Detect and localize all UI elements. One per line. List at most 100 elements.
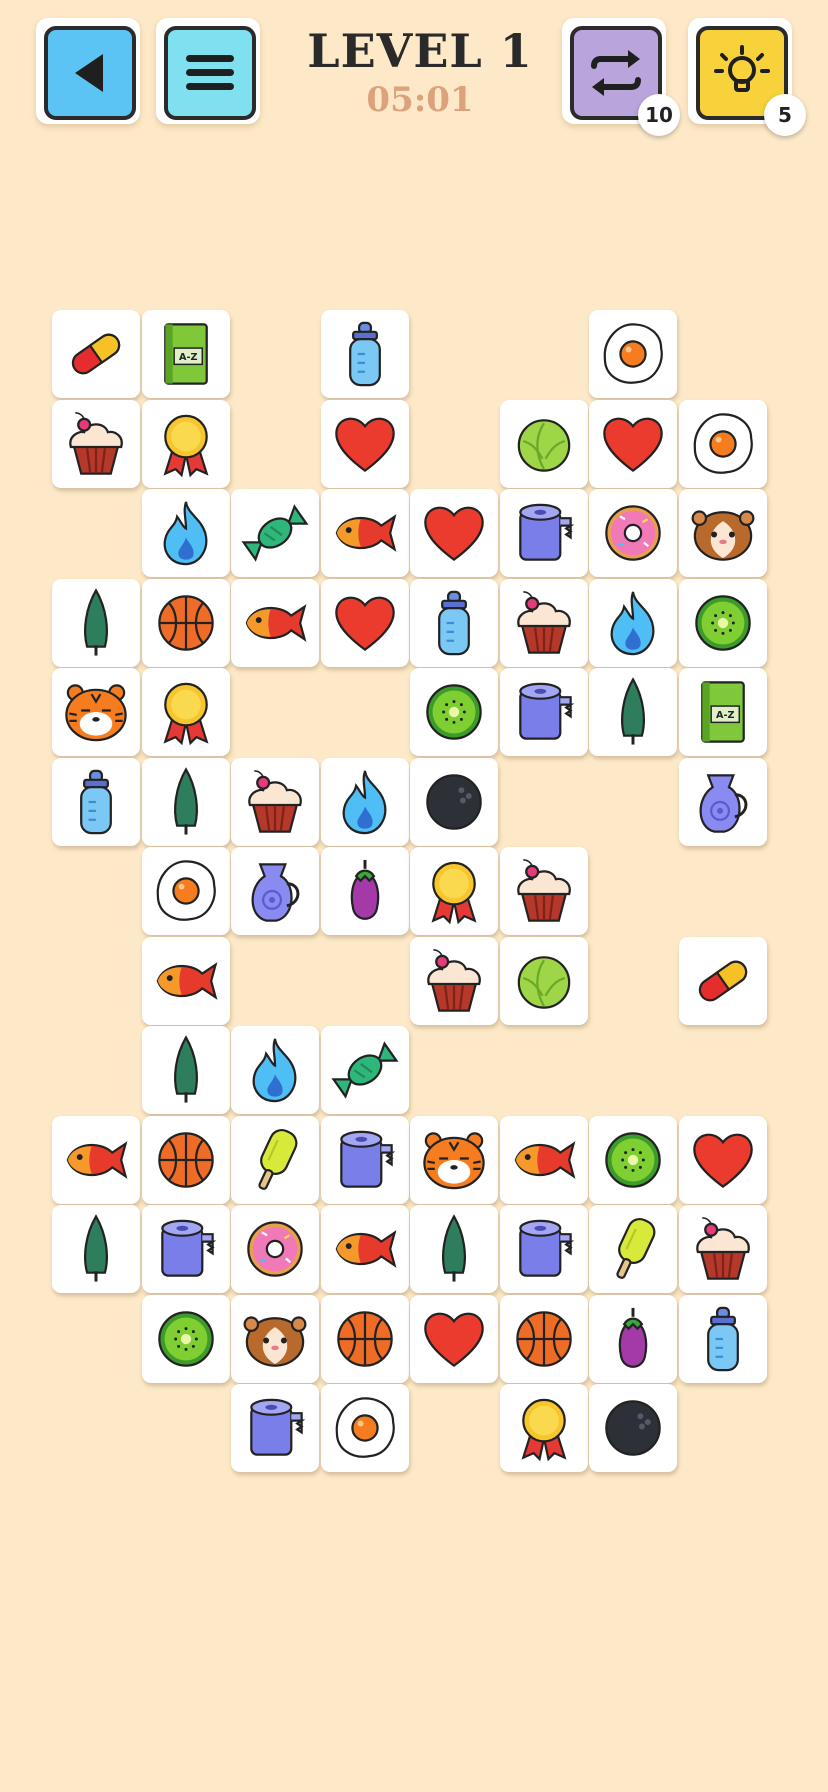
kiwi-icon: [158, 1311, 214, 1367]
tile[interactable]: [679, 489, 767, 577]
tile[interactable]: [142, 1295, 230, 1383]
tile[interactable]: [679, 1205, 767, 1293]
tile[interactable]: [410, 668, 498, 756]
cupcake-icon: [696, 1217, 750, 1280]
tile[interactable]: [321, 310, 409, 398]
tile[interactable]: [500, 668, 588, 756]
baby-bottle-icon: [349, 321, 381, 387]
tile[interactable]: [589, 310, 677, 398]
tile[interactable]: [500, 1295, 588, 1383]
tile[interactable]: [231, 1116, 319, 1204]
tile[interactable]: [52, 310, 140, 398]
donut-icon: [247, 1221, 303, 1277]
tile[interactable]: [142, 668, 230, 756]
tile[interactable]: [231, 1295, 319, 1383]
flame-icon: [163, 501, 208, 566]
tile[interactable]: [589, 1295, 677, 1383]
tile[interactable]: [142, 937, 230, 1025]
tile[interactable]: [231, 758, 319, 846]
kiwi-icon: [605, 1132, 661, 1188]
fried-egg-icon: [693, 413, 753, 474]
tile[interactable]: [52, 668, 140, 756]
pill-icon: [71, 333, 121, 375]
tile[interactable]: [231, 1384, 319, 1472]
tile[interactable]: [231, 1205, 319, 1293]
tile[interactable]: [589, 1205, 677, 1293]
tile[interactable]: [321, 1205, 409, 1293]
tile[interactable]: [410, 1116, 498, 1204]
tile[interactable]: [142, 758, 230, 846]
tile[interactable]: [679, 400, 767, 488]
tile-board: A-Z A-Z: [0, 0, 828, 1792]
tile[interactable]: [142, 400, 230, 488]
tile[interactable]: [410, 579, 498, 667]
tile[interactable]: [410, 1205, 498, 1293]
cupcake-icon: [517, 859, 571, 922]
fried-egg-icon: [603, 323, 663, 384]
baby-bottle-icon: [707, 1306, 739, 1372]
tile[interactable]: [142, 1116, 230, 1204]
tile[interactable]: [589, 400, 677, 488]
tile[interactable]: [679, 758, 767, 846]
heart-icon: [424, 506, 484, 562]
tile[interactable]: [679, 1295, 767, 1383]
tile[interactable]: [410, 1295, 498, 1383]
tile[interactable]: A-Z: [679, 668, 767, 756]
tile[interactable]: [142, 1026, 230, 1114]
tile[interactable]: [410, 847, 498, 935]
tile[interactable]: [679, 1116, 767, 1204]
eggplant-icon: [618, 1307, 648, 1368]
tile[interactable]: [321, 400, 409, 488]
tile[interactable]: A-Z: [142, 310, 230, 398]
flame-icon: [252, 1038, 297, 1103]
tile[interactable]: [500, 1116, 588, 1204]
tile[interactable]: [321, 1026, 409, 1114]
tree-icon: [84, 1214, 108, 1282]
tile[interactable]: [500, 400, 588, 488]
tile[interactable]: [52, 400, 140, 488]
tile[interactable]: [142, 1205, 230, 1293]
tile[interactable]: [679, 579, 767, 667]
tile[interactable]: [321, 1116, 409, 1204]
tile[interactable]: [500, 579, 588, 667]
tile[interactable]: [142, 847, 230, 935]
tile[interactable]: [142, 489, 230, 577]
tile[interactable]: [52, 758, 140, 846]
tile[interactable]: [679, 937, 767, 1025]
jug-icon: [699, 774, 748, 833]
tile[interactable]: [589, 1384, 677, 1472]
tile[interactable]: [142, 579, 230, 667]
kiwi-icon: [426, 684, 482, 740]
tile[interactable]: [52, 1116, 140, 1204]
tile[interactable]: [321, 489, 409, 577]
tile[interactable]: [321, 758, 409, 846]
tile[interactable]: [52, 1205, 140, 1293]
tile[interactable]: [500, 847, 588, 935]
tile[interactable]: [589, 579, 677, 667]
tile[interactable]: [500, 1384, 588, 1472]
fish-icon: [66, 1141, 128, 1179]
donut-icon: [605, 505, 661, 561]
tile[interactable]: [410, 758, 498, 846]
medal-icon: [521, 1398, 567, 1462]
tile[interactable]: [231, 489, 319, 577]
tiger-icon: [65, 684, 127, 742]
tile[interactable]: [589, 668, 677, 756]
tile[interactable]: [52, 579, 140, 667]
tile[interactable]: [321, 579, 409, 667]
tile[interactable]: [231, 847, 319, 935]
tile[interactable]: [321, 1295, 409, 1383]
tile[interactable]: [231, 579, 319, 667]
tile[interactable]: [500, 1205, 588, 1293]
tile[interactable]: [410, 489, 498, 577]
tile[interactable]: [589, 1116, 677, 1204]
tile[interactable]: [589, 489, 677, 577]
tile[interactable]: [410, 937, 498, 1025]
tile[interactable]: [500, 937, 588, 1025]
tile[interactable]: [500, 489, 588, 577]
tree-icon: [84, 588, 108, 656]
tile[interactable]: [321, 1384, 409, 1472]
medal-icon: [163, 414, 209, 478]
tile[interactable]: [321, 847, 409, 935]
tile[interactable]: [231, 1026, 319, 1114]
